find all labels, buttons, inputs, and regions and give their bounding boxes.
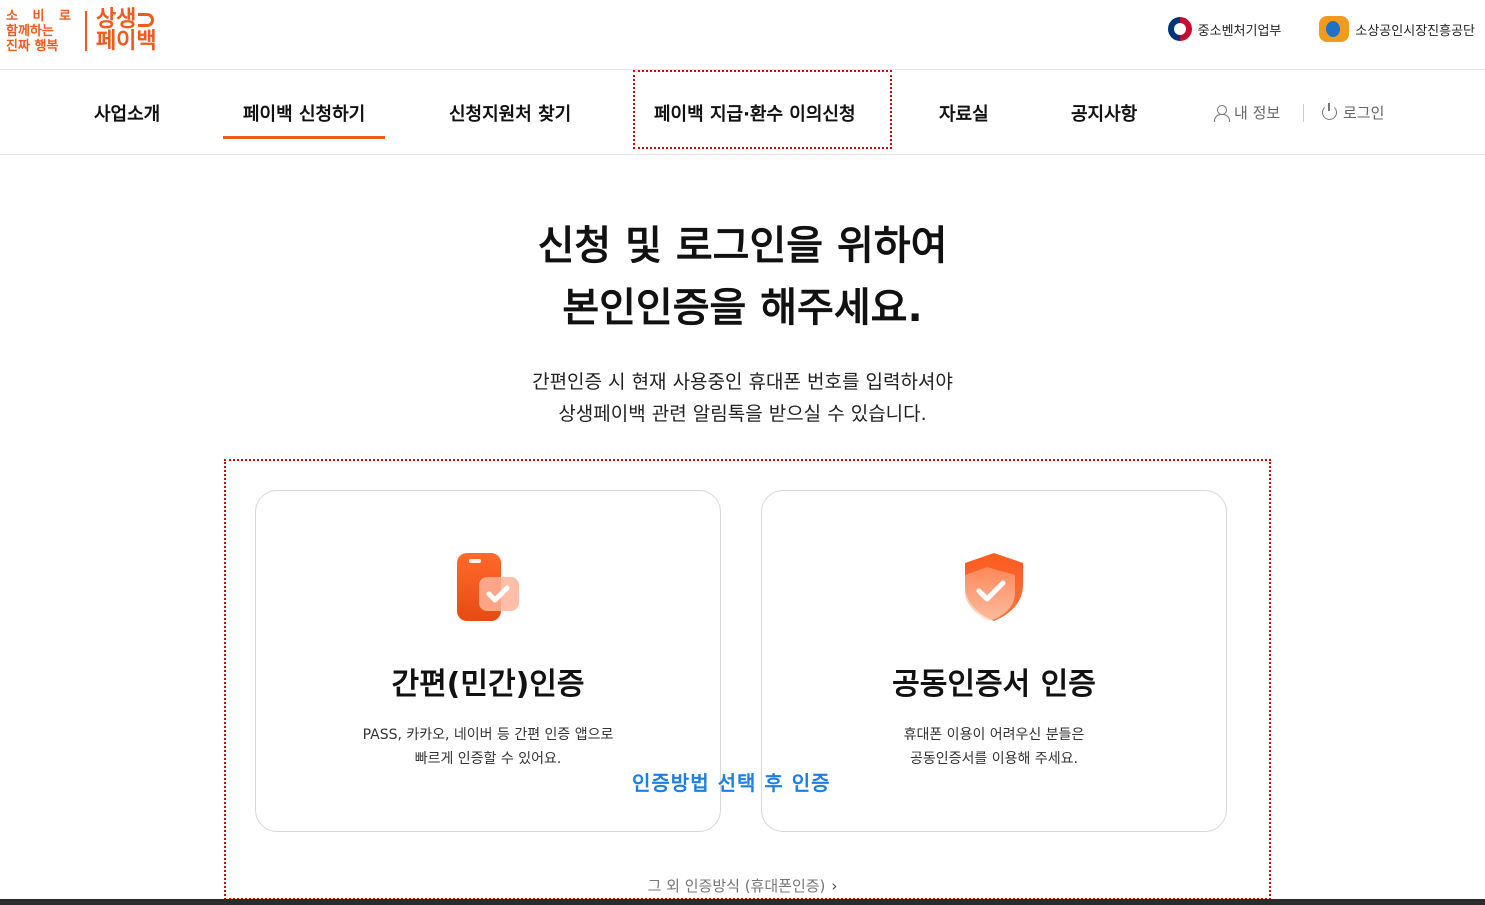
power-icon [1322, 103, 1337, 120]
page-subtitle: 간편인증 시 현재 사용중인 휴대폰 번호를 입력하셔야 상생페이백 관련 알림… [0, 366, 1485, 430]
logo-slogan: 소 비 로 함께하는 진짜 행복 [6, 9, 76, 54]
partner-semas-label: 소상공인시장진흥공단 [1355, 23, 1475, 39]
partner-logos: 중소벤처기업부 소상공인시장진흥공단 [1167, 14, 1475, 44]
shield-check-icon [965, 553, 1023, 621]
slogan-line-2: 함께하는 [6, 23, 54, 39]
login-label: 로그인 [1343, 104, 1385, 122]
certificate-auth-desc: 휴대폰 이용이 어려우신 분들은 공동인증서를 이용해 주세요. [762, 723, 1226, 771]
logo-brand-top: 상생 [96, 9, 157, 31]
certificate-auth-card[interactable]: 공동인증서 인증 휴대폰 이용이 어려우신 분들은 공동인증서를 이용해 주세요… [761, 490, 1227, 832]
page-subtitle-line-1: 간편인증 시 현재 사용중인 휴대폰 번호를 입력하셔야 [532, 371, 953, 393]
page-title-line-1: 신청 및 로그인을 위하여 [537, 223, 948, 269]
page-title: 신청 및 로그인을 위하여 본인인증을 해주세요. [0, 215, 1485, 339]
nav-item-notice[interactable]: 공지사항 [1071, 100, 1137, 126]
annotation-label: 인증방법 선택 후 인증 [632, 771, 831, 795]
certificate-auth-title: 공동인증서 인증 [892, 667, 1096, 702]
partner-mss-label: 중소벤처기업부 [1197, 23, 1282, 39]
government-emblem-icon [1167, 17, 1192, 41]
top-bar: 소 비 로 함께하는 진짜 행복 상생 페이백 중소벤처기업부 소상공인시장진흥… [0, 0, 1485, 70]
main-nav: 사업소개 페이백 신청하기 신청지원처 찾기 페이백 지급·환수 이의신청 자료… [0, 70, 1485, 155]
return-arrow-icon [138, 13, 155, 27]
logo-brand-bottom: 페이백 [95, 29, 157, 54]
nav-item-library[interactable]: 자료실 [939, 100, 989, 126]
semas-logo-icon [1319, 16, 1350, 42]
simple-auth-desc-line-1: PASS, 카카오, 네이버 등 간편 인증 앱으로 [362, 727, 614, 743]
site-logo[interactable]: 소 비 로 함께하는 진짜 행복 상생 페이백 [6, 6, 157, 56]
nav-item-about[interactable]: 사업소개 [94, 100, 160, 126]
slogan-line-3: 진짜 행복 [6, 38, 59, 54]
logo-divider [84, 11, 87, 51]
other-auth-link[interactable]: 그 외 인증방식 (휴대폰인증) › [0, 875, 1485, 896]
certificate-auth-desc-line-2: 공동인증서를 이용해 주세요. [910, 751, 1078, 767]
person-icon [1214, 104, 1230, 122]
simple-auth-desc: PASS, 카카오, 네이버 등 간편 인증 앱으로 빠르게 인증할 수 있어요… [256, 723, 720, 771]
chevron-right-icon: › [831, 877, 838, 895]
simple-auth-title: 간편(민간)인증 [391, 667, 585, 702]
page-title-line-2: 본인인증을 해주세요. [562, 285, 923, 331]
my-info-label: 내 정보 [1234, 104, 1281, 122]
page-subtitle-line-2: 상생페이백 관련 알림톡을 받으실 수 있습니다. [558, 403, 927, 425]
nav-item-find-support[interactable]: 신청지원처 찾기 [449, 100, 571, 126]
login-link[interactable]: 로그인 [1322, 102, 1384, 123]
nav-item-apply[interactable]: 페이백 신청하기 [222, 100, 386, 139]
partner-mss[interactable]: 중소벤처기업부 [1167, 17, 1282, 41]
logo-brand: 상생 페이백 [96, 9, 157, 53]
bottom-strip [0, 899, 1485, 905]
phone-check-icon [457, 553, 519, 621]
slogan-line-1: 소 비 로 [6, 8, 76, 24]
other-auth-label: 그 외 인증방식 (휴대폰인증) [647, 877, 826, 895]
nav-item-objection[interactable]: 페이백 지급·환수 이의신청 [654, 100, 856, 126]
partner-semas[interactable]: 소상공인시장진흥공단 [1319, 16, 1475, 42]
util-divider [1303, 104, 1304, 122]
certificate-auth-desc-line-1: 휴대폰 이용이 어려우신 분들은 [903, 727, 1085, 743]
my-info-link[interactable]: 내 정보 [1214, 102, 1280, 123]
